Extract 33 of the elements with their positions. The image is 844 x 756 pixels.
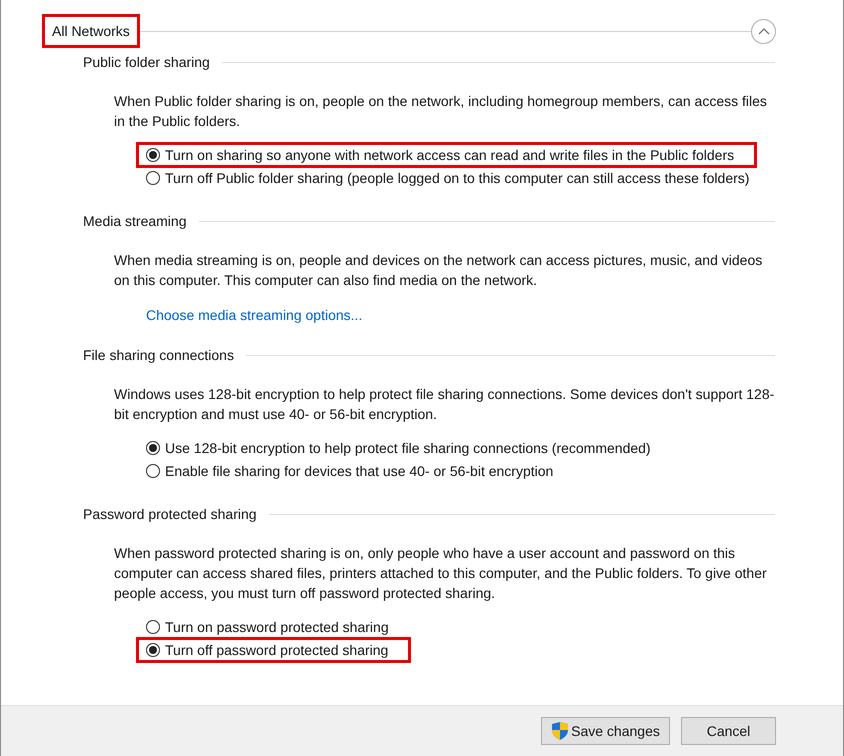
- radio-button[interactable]: [146, 464, 160, 478]
- radio-option[interactable]: Turn on password protected sharing: [136, 614, 412, 640]
- section-heading: Public folder sharing: [83, 53, 210, 72]
- radio-button[interactable]: [146, 620, 160, 634]
- section-description: When password protected sharing is on, only people who have a user account and password on this computer can access shared files, printers attached to this computer, and the Public folders. To give other people access, you must turn off password protected sharing.: [114, 544, 768, 603]
- section-description: When media streaming is on, people and devices on the network can access pictures, music, and videos on this computer. This computer can also find media on the network.: [114, 251, 764, 290]
- cancel-button[interactable]: Cancel: [681, 717, 776, 745]
- collapse-button[interactable]: [751, 18, 776, 44]
- option-label: Turn on password protected sharing: [165, 618, 389, 637]
- option-label: Turn off Public folder sharing (people logged on to this computer can still access these folders): [165, 169, 750, 188]
- radio-option[interactable]: Turn off password protected sharing: [136, 637, 412, 663]
- radio-button[interactable]: [146, 441, 160, 455]
- radio-button[interactable]: [146, 148, 160, 162]
- save-button[interactable]: Save changes: [541, 717, 670, 745]
- section-description: When Public folder sharing is on, people on the network, including homegroup members, can access files in the Public folders.: [114, 92, 768, 131]
- option-label: Turn on sharing so anyone with network access can read and write files in the Public folders: [165, 146, 734, 165]
- option-label: Use 128-bit encryption to help protect file sharing connections (recommended): [165, 439, 651, 458]
- section-description: Windows uses 128-bit encryption to help protect file sharing connections. Some devices don't support 128-bit encryption and must use 40- or 56-bit encryption.: [114, 385, 776, 424]
- section-heading: Password protected sharing: [83, 505, 257, 524]
- option-label: Turn off password protected sharing: [165, 641, 388, 660]
- section-heading: Media streaming: [83, 212, 186, 231]
- radio-button[interactable]: [146, 643, 160, 657]
- radio-button[interactable]: [146, 171, 160, 185]
- section-heading: File sharing connections: [83, 346, 234, 365]
- chevron-icon: [758, 27, 770, 35]
- group-title: All Networks: [42, 14, 140, 48]
- radio-option[interactable]: Turn off Public folder sharing (people logged on to this computer can still access these folders): [136, 165, 772, 191]
- radio-option[interactable]: Turn on sharing so anyone with network access can read and write files in the Public folders: [136, 142, 758, 168]
- shield-icon: [551, 721, 570, 741]
- option-label: Enable file sharing for devices that use 40- or 56-bit encryption: [165, 462, 554, 481]
- radio-option[interactable]: Enable file sharing for devices that use 40- or 56-bit encryption: [136, 458, 576, 484]
- media-streaming-link[interactable]: Choose media streaming options...: [146, 305, 362, 325]
- radio-option[interactable]: Use 128-bit encryption to help protect file sharing connections (recommended): [136, 435, 674, 461]
